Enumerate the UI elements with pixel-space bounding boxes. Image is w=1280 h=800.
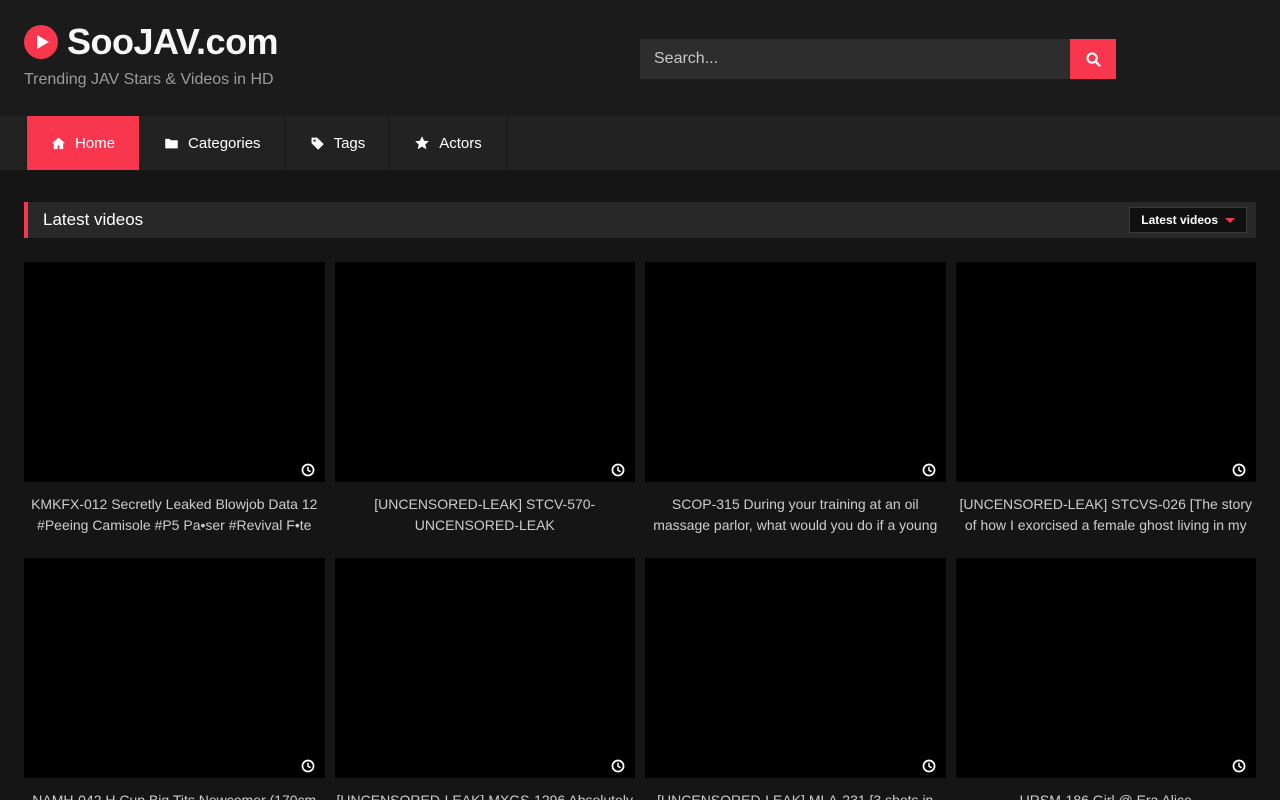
video-card[interactable]: SCOP-315 During your training at an oil … xyxy=(645,262,946,536)
nav-item-label: Actors xyxy=(439,135,482,152)
sort-dropdown-button[interactable]: Latest videos xyxy=(1129,207,1247,233)
video-grid: KMKFX-012 Secretly Leaked Blowjob Data 1… xyxy=(24,262,1256,800)
search-icon xyxy=(1085,51,1102,68)
main-nav: Home Categories Tags Actors xyxy=(0,116,1280,170)
video-card[interactable]: [UNCENSORED-LEAK] MLA-231 [3 shots in xyxy=(645,558,946,800)
star-icon xyxy=(414,135,430,151)
search-bar xyxy=(640,39,1116,79)
video-title[interactable]: [UNCENSORED-LEAK] MLA-231 [3 shots in xyxy=(645,790,946,800)
sort-dropdown-label: Latest videos xyxy=(1141,213,1218,227)
section-accent-bar xyxy=(24,202,28,238)
video-card[interactable]: [UNCENSORED-LEAK] STCVS-026 [The story o… xyxy=(956,262,1257,536)
video-card[interactable]: [UNCENSORED-LEAK] STCV-570-UNCENSORED-LE… xyxy=(335,262,636,536)
clock-icon xyxy=(1232,759,1246,773)
nav-item-home[interactable]: Home xyxy=(26,116,140,170)
nav-item-label: Tags xyxy=(334,135,366,152)
video-title[interactable]: NAMH-042 H Cup Big Tits Newcomer (170cm … xyxy=(24,790,325,800)
video-title[interactable]: [UNCENSORED-LEAK] MXGS-1296 Absolutely xyxy=(335,790,636,800)
video-title[interactable]: KMKFX-012 Secretly Leaked Blowjob Data 1… xyxy=(24,494,325,536)
video-card[interactable]: NAMH-042 H Cup Big Tits Newcomer (170cm … xyxy=(24,558,325,800)
play-icon xyxy=(24,25,58,59)
video-thumbnail[interactable] xyxy=(24,262,325,482)
main-content: Latest videos Latest videos KMKFX-012 Se… xyxy=(0,202,1280,800)
nav-item-label: Home xyxy=(75,135,115,152)
clock-icon xyxy=(1232,463,1246,477)
folder-icon xyxy=(164,136,179,151)
clock-icon xyxy=(922,759,936,773)
site-header: SooJAV.com Trending JAV Stars & Videos i… xyxy=(0,0,1280,116)
search-button[interactable] xyxy=(1070,39,1116,79)
video-title[interactable]: URSM-186 Girl @ Era Alice xyxy=(956,790,1257,800)
video-thumbnail[interactable] xyxy=(956,558,1257,778)
section-header: Latest videos Latest videos xyxy=(24,202,1256,238)
nav-item-label: Categories xyxy=(188,135,261,152)
video-thumbnail[interactable] xyxy=(24,558,325,778)
home-icon xyxy=(51,136,66,151)
nav-item-categories[interactable]: Categories xyxy=(140,116,286,170)
caret-down-icon xyxy=(1225,218,1235,223)
clock-icon xyxy=(301,463,315,477)
video-card[interactable]: URSM-186 Girl @ Era Alice xyxy=(956,558,1257,800)
section-title: Latest videos xyxy=(43,210,143,230)
clock-icon xyxy=(922,463,936,477)
nav-item-actors[interactable]: Actors xyxy=(390,116,507,170)
brand-name: SooJAV.com xyxy=(67,24,278,60)
video-thumbnail[interactable] xyxy=(956,262,1257,482)
video-card[interactable]: KMKFX-012 Secretly Leaked Blowjob Data 1… xyxy=(24,262,325,536)
video-thumbnail[interactable] xyxy=(335,558,636,778)
tag-icon xyxy=(310,136,325,151)
clock-icon xyxy=(301,759,315,773)
video-thumbnail[interactable] xyxy=(645,558,946,778)
nav-item-tags[interactable]: Tags xyxy=(286,116,391,170)
video-title[interactable]: [UNCENSORED-LEAK] STCVS-026 [The story o… xyxy=(956,494,1257,536)
video-title[interactable]: [UNCENSORED-LEAK] STCV-570-UNCENSORED-LE… xyxy=(335,494,636,536)
video-card[interactable]: [UNCENSORED-LEAK] MXGS-1296 Absolutely xyxy=(335,558,636,800)
clock-icon xyxy=(611,759,625,773)
site-logo[interactable]: SooJAV.com Trending JAV Stars & Videos i… xyxy=(24,24,278,89)
search-input[interactable] xyxy=(640,39,1070,79)
video-thumbnail[interactable] xyxy=(335,262,636,482)
video-thumbnail[interactable] xyxy=(645,262,946,482)
video-title[interactable]: SCOP-315 During your training at an oil … xyxy=(645,494,946,536)
clock-icon xyxy=(611,463,625,477)
site-tagline: Trending JAV Stars & Videos in HD xyxy=(24,71,278,89)
